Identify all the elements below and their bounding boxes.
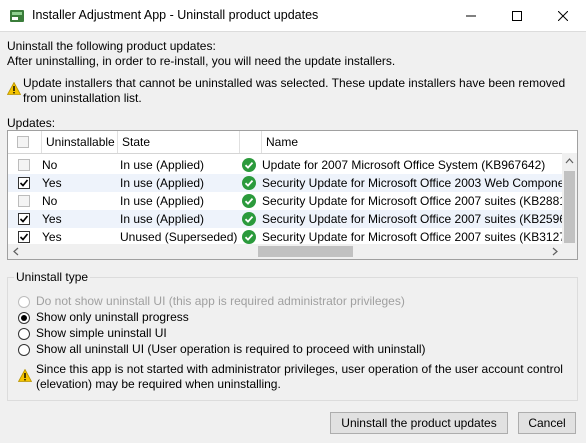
row-checkbox[interactable]: [18, 213, 30, 225]
vertical-scroll-thumb[interactable]: [564, 171, 575, 243]
elevation-note-line-1: Since this app is not started with admin…: [36, 362, 563, 376]
radio-label: Do not show uninstall UI (this app is re…: [36, 294, 405, 308]
name-cell: Update for 2007 Microsoft Office System …: [262, 158, 546, 172]
uninstallable-cell: No: [42, 194, 58, 208]
radio-option-simple-ui[interactable]: Show simple uninstall UI: [16, 326, 436, 342]
uninstallable-cell: Yes: [42, 212, 62, 226]
horizontal-scroll-thumb[interactable]: [258, 246, 353, 257]
check-circle-icon: [242, 212, 256, 226]
title-bar[interactable]: Installer Adjustment App - Uninstall pro…: [0, 0, 586, 32]
maximize-button[interactable]: [494, 0, 540, 31]
state-cell: In use (Applied): [120, 158, 205, 172]
table-row[interactable]: Yes In use (Applied) Security Update for…: [8, 174, 563, 192]
minimize-button[interactable]: [448, 0, 494, 31]
horizontal-scrollbar[interactable]: [8, 244, 563, 259]
radio-label: Show all uninstall UI (User operation is…: [36, 342, 426, 356]
radio-label: Show simple uninstall UI: [36, 326, 167, 340]
row-checkbox[interactable]: [18, 195, 30, 207]
uninstallable-cell: Yes: [42, 176, 62, 190]
table-row[interactable]: No In use (Applied) Security Update for …: [8, 192, 563, 210]
column-header-uninstallable[interactable]: Uninstallable: [42, 131, 118, 153]
close-button[interactable]: [540, 0, 586, 31]
state-cell: In use (Applied): [120, 176, 205, 190]
updates-label: Updates:: [7, 116, 56, 130]
name-cell: Security Update for Microsoft Office 200…: [262, 212, 563, 226]
maximize-icon: [512, 10, 522, 21]
check-circle-icon: [242, 194, 256, 208]
select-all-checkbox[interactable]: [17, 136, 29, 148]
cancel-button[interactable]: Cancel: [518, 412, 576, 434]
column-header-name[interactable]: Name: [262, 131, 563, 153]
radio-option-all-ui[interactable]: Show all uninstall UI (User operation is…: [16, 342, 456, 358]
table-row[interactable]: No In use (Applied) Update for 2007 Micr…: [8, 156, 563, 174]
state-cell: In use (Applied): [120, 212, 205, 226]
column-header-status[interactable]: [240, 131, 262, 153]
name-cell: Security Update for Microsoft Office 200…: [262, 194, 563, 208]
scroll-right-arrow-icon[interactable]: [549, 244, 561, 259]
check-circle-icon: [242, 176, 256, 190]
minimize-icon: [466, 15, 476, 16]
uninstall-button[interactable]: Uninstall the product updates: [330, 412, 508, 434]
warning-line-1: Update installers that cannot be uninsta…: [23, 76, 566, 90]
radio-option-progress-only[interactable]: Show only uninstall progress: [16, 310, 436, 326]
radio-button[interactable]: [18, 328, 30, 340]
installer-app-icon: [10, 10, 24, 22]
uninstallable-cell: No: [42, 158, 58, 172]
elevation-note-line-2: (elevation) may be required when uninsta…: [36, 377, 281, 391]
row-checkbox[interactable]: [18, 231, 30, 243]
radio-label: Show only uninstall progress: [36, 310, 189, 324]
row-checkbox[interactable]: [18, 177, 30, 189]
uninstall-type-label: Uninstall type: [14, 270, 91, 284]
radio-button[interactable]: [18, 344, 30, 356]
intro-line-2: After uninstalling, in order to re-insta…: [7, 54, 396, 68]
window-title: Installer Adjustment App - Uninstall pro…: [32, 8, 319, 22]
close-icon: [558, 10, 568, 21]
updates-grid[interactable]: Uninstallable State Name No In use (Appl…: [7, 130, 578, 260]
column-header-state[interactable]: State: [118, 131, 240, 153]
row-checkbox[interactable]: [18, 159, 30, 171]
check-circle-icon: [242, 158, 256, 172]
check-circle-icon: [242, 230, 256, 244]
warning-line-2: from uninstallation list.: [23, 91, 142, 105]
intro-line-1: Uninstall the following product updates:: [7, 39, 216, 53]
warning-icon: [7, 82, 21, 95]
scroll-left-arrow-icon[interactable]: [10, 244, 22, 259]
scroll-up-arrow-icon[interactable]: [562, 155, 577, 167]
table-row[interactable]: Yes In use (Applied) Security Update for…: [8, 210, 563, 228]
radio-button[interactable]: [18, 312, 30, 324]
radio-option-no-ui[interactable]: Do not show uninstall UI (this app is re…: [16, 294, 436, 310]
header-select-all-cell[interactable]: [8, 131, 42, 153]
warning-icon: [18, 369, 32, 382]
state-cell: In use (Applied): [120, 194, 205, 208]
scroll-corner: [562, 244, 577, 259]
name-cell: Security Update for Microsoft Office 200…: [262, 176, 563, 190]
radio-button[interactable]: [18, 296, 30, 308]
grid-header: Uninstallable State Name: [8, 131, 563, 154]
